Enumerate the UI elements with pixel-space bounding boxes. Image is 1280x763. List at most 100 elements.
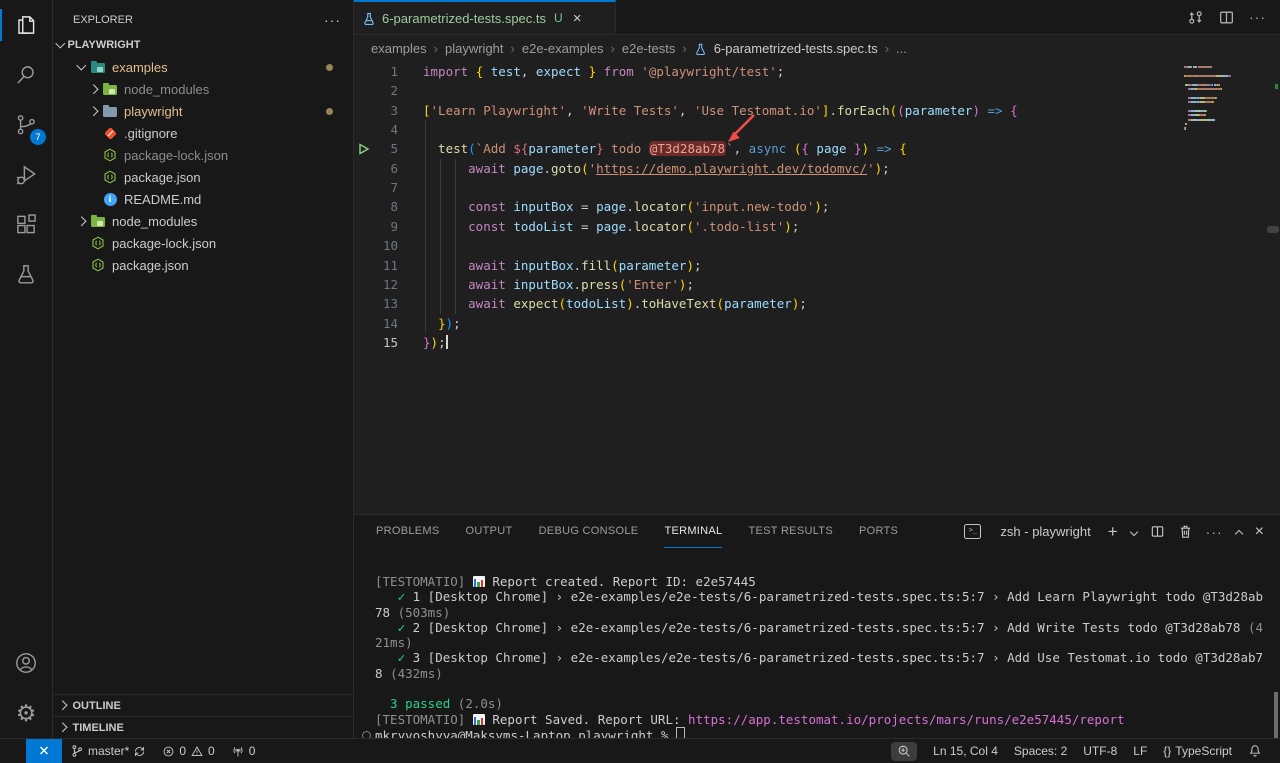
code-line-8[interactable]: const inputBox = page.locator('input.new… (423, 197, 829, 216)
git-branch-status[interactable]: master* (62, 739, 154, 763)
tree-item-package-lock-json[interactable]: package-lock.json (53, 144, 353, 166)
code-line-11[interactable]: await inputBox.fill(parameter); (423, 256, 702, 275)
explorer-icon[interactable] (0, 0, 52, 50)
terminal-line: ✓ 3 [Desktop Chrome] › e2e-examples/e2e-… (375, 650, 1280, 665)
file-icon (89, 61, 107, 73)
problems-status[interactable]: 0 0 (154, 739, 222, 763)
code-line-15[interactable]: }); (423, 333, 448, 352)
terminal-dropdown-icon[interactable] (1129, 527, 1137, 535)
tree-item-package-lock-json[interactable]: package-lock.json (53, 232, 353, 254)
tree-item-readme-md[interactable]: iREADME.md (53, 188, 353, 210)
tree-item-examples[interactable]: examples (53, 56, 353, 78)
panel-tab-debug-console[interactable]: DEBUG CONSOLE (539, 515, 639, 548)
terminal-line: ✓ 2 [Desktop Chrome] › e2e-examples/e2e-… (375, 620, 1280, 635)
bottom-panel: PROBLEMS OUTPUT DEBUG CONSOLE TERMINAL TEST … (354, 514, 1280, 738)
eol-setting[interactable]: LF (1125, 739, 1155, 763)
more-actions-icon[interactable]: ··· (1249, 9, 1266, 25)
tree-item-node-modules[interactable]: node_modules (53, 210, 353, 232)
remote-indicator[interactable] (26, 739, 62, 763)
search-icon[interactable] (0, 50, 52, 100)
panel-tab-ports[interactable]: PORTS (859, 515, 898, 548)
language-mode[interactable]: {} TypeScript (1155, 739, 1240, 763)
source-control-icon[interactable]: 7 (0, 100, 52, 150)
file-icon (89, 236, 107, 250)
tree-item-playwright[interactable]: playwright (53, 100, 353, 122)
terminal-line: 78 (503ms) (375, 605, 1280, 620)
line-number: 7 (354, 178, 398, 197)
compare-changes-icon[interactable] (1187, 9, 1204, 26)
close-panel-icon[interactable]: × (1255, 523, 1264, 541)
breadcrumb-file[interactable]: 6-parametrized-tests.spec.ts (714, 41, 878, 56)
terminal-session-label[interactable]: zsh - playwright (1000, 524, 1090, 539)
accounts-icon[interactable] (0, 638, 52, 688)
flask-icon (362, 11, 376, 26)
indentation-setting[interactable]: Spaces: 2 (1006, 739, 1075, 763)
tab-spec-file[interactable]: 6-parametrized-tests.spec.ts U × (354, 0, 616, 34)
activity-bar: 7 ⚙ (0, 0, 53, 738)
ports-status[interactable]: 0 (223, 739, 264, 763)
breadcrumb-item[interactable]: e2e-tests (622, 41, 675, 56)
panel-tab-test-results[interactable]: TEST RESULTS (748, 515, 833, 548)
tree-item-package-json[interactable]: package.json (53, 166, 353, 188)
code-line-3[interactable]: ['Learn Playwright', 'Write Tests', 'Use… (423, 101, 1018, 120)
run-test-play-icon[interactable] (358, 143, 370, 155)
panel-tab-terminal[interactable]: TERMINAL (664, 515, 722, 548)
close-icon[interactable]: × (573, 10, 582, 27)
project-root-item[interactable]: PLAYWRIGHT (53, 34, 353, 56)
breadcrumb-separator: › (682, 41, 686, 56)
new-terminal-icon[interactable]: + (1108, 522, 1118, 542)
encoding-setting[interactable]: UTF-8 (1075, 739, 1125, 763)
split-editor-icon[interactable] (1218, 9, 1235, 26)
extensions-icon[interactable] (0, 200, 52, 250)
terminal-line: ✓ 1 [Desktop Chrome] › e2e-examples/e2e-… (375, 589, 1280, 604)
line-number: 4 (354, 120, 398, 139)
chevron-right-icon (58, 723, 67, 732)
breadcrumb-item[interactable]: e2e-examples (522, 41, 604, 56)
code-line-1[interactable]: import { test, expect } from '@playwrigh… (423, 62, 784, 81)
tree-item--gitignore[interactable]: .gitignore (53, 122, 353, 144)
breadcrumb-item[interactable]: examples (371, 41, 427, 56)
timeline-section[interactable]: TIMELINE (53, 716, 353, 738)
zoom-control[interactable] (891, 742, 917, 761)
file-icon (89, 215, 107, 227)
breadcrumb-symbol-picker[interactable]: ... (896, 41, 907, 56)
terminal-line: [TESTOMATIO] Report Saved. Report URL: h… (375, 712, 1280, 727)
code-line-5[interactable]: test(`Add ${parameter} todo @T3d28ab78`,… (423, 139, 907, 158)
code-line-9[interactable]: const todoList = page.locator('.todo-lis… (423, 217, 799, 236)
maximize-panel-icon[interactable] (1234, 529, 1242, 537)
code-line-12[interactable]: await inputBox.press('Enter'); (423, 275, 694, 294)
terminal-line (375, 681, 1280, 696)
split-terminal-icon[interactable] (1150, 524, 1165, 539)
terminal-output[interactable]: [TESTOMATIO] Report created. Report ID: … (354, 548, 1280, 742)
indent-guide (440, 159, 441, 314)
run-debug-icon[interactable] (0, 150, 52, 200)
terminal-scrollbar[interactable] (1274, 692, 1278, 738)
notifications-bell[interactable] (1240, 739, 1270, 763)
sidebar-explorer: EXPLORER ··· PLAYWRIGHT examplesnode_mod… (53, 0, 354, 738)
editor-group: 6-parametrized-tests.spec.ts U × ··· exa… (354, 0, 1280, 738)
outline-section[interactable]: OUTLINE (53, 694, 353, 716)
line-number: 2 (354, 81, 398, 100)
panel-tab-output[interactable]: OUTPUT (466, 515, 513, 548)
overview-ruler-mark (1275, 84, 1278, 89)
code-line-6[interactable]: await page.goto('https://demo.playwright… (423, 159, 890, 178)
chevron-down-icon (56, 39, 65, 48)
test-id-tag: @T3d28ab78 (649, 141, 726, 156)
editor-scrollbar[interactable] (1267, 226, 1279, 233)
tree-item-node-modules[interactable]: node_modules (53, 78, 353, 100)
code-editor[interactable]: 123456789101112131415 import { test, exp… (354, 62, 1280, 514)
minimap[interactable] (1184, 66, 1264, 132)
warning-icon (190, 745, 204, 758)
code-line-14[interactable]: }); (423, 314, 461, 333)
cursor-position[interactable]: Ln 15, Col 4 (925, 739, 1006, 763)
more-actions-icon[interactable]: ··· (324, 12, 341, 28)
settings-gear-icon[interactable]: ⚙ (0, 688, 52, 738)
line-number: 12 (354, 275, 398, 294)
tree-item-package-json[interactable]: package.json (53, 254, 353, 276)
breadcrumb-item[interactable]: playwright (445, 41, 504, 56)
panel-tab-problems[interactable]: PROBLEMS (376, 515, 440, 548)
more-actions-icon[interactable]: ··· (1206, 524, 1223, 540)
code-line-13[interactable]: await expect(todoList).toHaveText(parame… (423, 294, 807, 313)
testing-icon[interactable] (0, 250, 52, 300)
kill-terminal-trash-icon[interactable] (1178, 524, 1193, 539)
